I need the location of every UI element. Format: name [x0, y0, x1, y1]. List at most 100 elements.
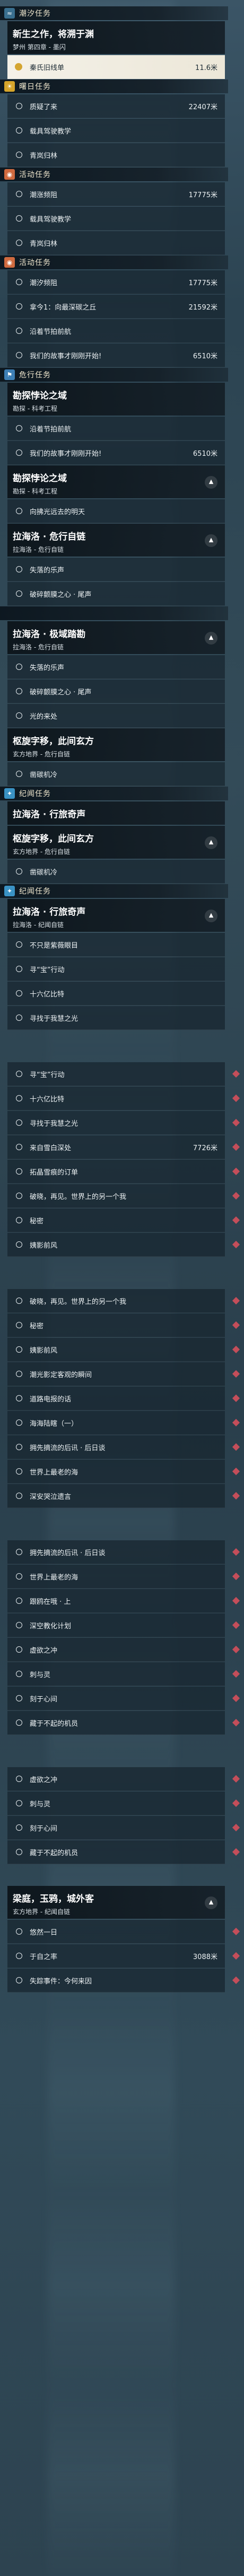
quest-row[interactable]: 凿碳机冷	[7, 860, 225, 884]
quest-name: 拥先摘流的后讯 · 后日谈	[30, 1549, 106, 1557]
quest-row[interactable]: 藏于不起的机员	[7, 1711, 225, 1735]
quest-row[interactable]: 刻于心间	[7, 1687, 225, 1710]
map-marker-icon	[232, 1621, 240, 1629]
quest-row[interactable]: 破碎颤膜之心 · 尾声	[7, 680, 225, 703]
quest-row[interactable]: 世界上最老的海	[7, 1460, 225, 1484]
quest-row[interactable]: 拥先摘流的后讯 · 后日谈	[7, 1540, 225, 1564]
quest-row[interactable]: 青岚归林	[7, 231, 225, 255]
quest-name: 虚欲之冲	[30, 1646, 58, 1655]
quest-row[interactable]: 道路电报的话	[7, 1387, 225, 1410]
quest-distance: 22407米	[188, 103, 217, 111]
quest-row[interactable]: 寻“宝”行动	[7, 957, 225, 981]
collapse-chevron-icon[interactable]: ▼	[205, 910, 217, 922]
quest-row[interactable]: 悠然一日	[7, 1920, 225, 1944]
map-marker-icon	[232, 1370, 240, 1378]
map-marker-icon	[232, 1670, 240, 1678]
collapse-chevron-icon[interactable]: ▼	[205, 476, 217, 489]
quest-row[interactable]: 刻于心间	[7, 1816, 225, 1840]
quest-row[interactable]: 载具驾驶教学	[7, 119, 225, 143]
quest-row[interactable]: 十六亿比特	[7, 982, 225, 1005]
quest-chain-name: 勘探悖论之域	[13, 473, 67, 484]
section-header: ≈ 潮汐任务	[0, 6, 228, 20]
quest-name: 光的来处	[30, 712, 58, 721]
quest-row[interactable]: 于自之率 3088米	[7, 1944, 225, 1968]
quest-row[interactable]: 秘密	[7, 1208, 225, 1232]
quest-row[interactable]: 我们的故事才刚刚开始! 6510米	[7, 441, 225, 465]
quest-chain-title[interactable]: 枢旋字移，此间玄方 玄方地界 - 危行自链 ▼	[7, 826, 225, 859]
collapse-chevron-icon[interactable]: ▼	[205, 836, 217, 849]
quest-row[interactable]: 凿碳机冷	[7, 762, 225, 786]
quest-row[interactable]: 向拂光远去的明天	[7, 499, 225, 523]
quest-name: 潮汐频阻	[30, 279, 58, 287]
quest-row[interactable]: 跟鸥在哦 · 上	[7, 1589, 225, 1613]
quest-row[interactable]: 破晓，再见。世界上的另一个我	[7, 1184, 225, 1208]
quest-chain-title[interactable]: 勘探悖论之域 勘探 - 科考工程 ▼	[7, 465, 225, 498]
quest-name: 世界上最老的海	[30, 1573, 79, 1582]
quest-row[interactable]: 失踪事件：今何来因	[7, 1969, 225, 1992]
quest-row[interactable]: 虚欲之冲	[7, 1638, 225, 1662]
quest-name: 不只是紫薇眼目	[30, 941, 79, 950]
map-marker-icon	[232, 1467, 240, 1476]
quest-chain-title[interactable]: 枢旋字移，此间玄方 玄方地界 - 危行自链	[7, 728, 225, 761]
quest-chain-title[interactable]: 新生之作，将溯于渊 梦州 第四章 - 墨闪	[7, 21, 225, 54]
quest-row[interactable]: 秘密	[7, 1313, 225, 1337]
quest-chain-title[interactable]: 梁庭，玉鸦，城外客 玄方地界 - 纪闻自链 ▼	[7, 1886, 225, 1919]
quest-row[interactable]: 潮光影定客观的瞬间	[7, 1362, 225, 1386]
quest-row[interactable]: 破碎颤膜之心 · 尾声	[7, 582, 225, 606]
quest-row[interactable]: 海海陆瞎（一）	[7, 1411, 225, 1435]
quest-status-icon	[16, 425, 22, 431]
quest-name: 藏于不起的机员	[30, 1719, 79, 1728]
quest-status-icon	[16, 1622, 22, 1628]
quest-row[interactable]: 寻找于我慧之光	[7, 1006, 225, 1030]
map-marker-icon	[232, 1823, 240, 1832]
section-label: 危行任务	[19, 371, 51, 380]
quest-row[interactable]: 失落的乐声	[7, 558, 225, 581]
quest-row[interactable]: 我们的故事才刚刚开始! 6510米	[7, 343, 225, 367]
quest-row[interactable]: 寻“宝”行动	[7, 1062, 225, 1086]
quest-row[interactable]: 深安哭泣遗言	[7, 1484, 225, 1508]
quest-row[interactable]: 拥先摘流的后讯 · 后日谈	[7, 1435, 225, 1459]
quest-row[interactable]: 姨影前风	[7, 1338, 225, 1362]
quest-row[interactable]: 不只是紫薇眼目	[7, 933, 225, 957]
quest-chain-title[interactable]: 拉海洛 · 危行自链 拉海洛 - 危行自链 ▼	[7, 524, 225, 557]
quest-chain-title[interactable]: 拉海洛 · 行旅奇声 拉海洛 - 纪闻自链 ▼	[7, 899, 225, 932]
collapse-chevron-icon[interactable]: ▼	[205, 1896, 217, 1909]
quest-chain-title[interactable]: 拉海洛 · 行旅奇声	[7, 801, 225, 825]
quest-row[interactable]: 十六亿比特	[7, 1087, 225, 1110]
quest-row[interactable]: 失落的乐声	[7, 655, 225, 679]
quest-row[interactable]: 载具驾驶教学	[7, 207, 225, 231]
collapse-chevron-icon[interactable]: ▼	[205, 632, 217, 645]
quest-chain-title[interactable]: 拉海洛 · 极域踏勘 拉海洛 - 危行自链 ▼	[7, 621, 225, 654]
quest-row[interactable]: 潮涨频阻 17775米	[7, 182, 225, 206]
quest-row[interactable]: 破晓，再见。世界上的另一个我	[7, 1289, 225, 1313]
quest-row[interactable]: 质疑了来 22407米	[7, 94, 225, 118]
quest-row[interactable]: 寻找于我慧之光	[7, 1111, 225, 1135]
quest-row[interactable]: 世界上最老的海	[7, 1565, 225, 1589]
quest-row[interactable]: 沿着节拍前航	[7, 319, 225, 343]
quest-row[interactable]: 姨影前风	[7, 1233, 225, 1257]
quest-row[interactable]: 拓晶雪痕的订单	[7, 1160, 225, 1184]
quest-row[interactable]: 刺与灵	[7, 1662, 225, 1686]
quest-name: 青岚归林	[30, 152, 58, 160]
quest-row[interactable]: 光的来处	[7, 704, 225, 728]
quest-row[interactable]: 潮汐频阻 17775米	[7, 270, 225, 294]
quest-row[interactable]: 沿着节拍前航	[7, 417, 225, 440]
quest-row[interactable]: 拿今1：向最深碳之丘 21592米	[7, 295, 225, 319]
quest-name: 拥先摘流的后讯 · 后日谈	[30, 1444, 106, 1452]
quest-row[interactable]: 藏于不起的机员	[7, 1840, 225, 1864]
quest-row[interactable]: 深空教化计划	[7, 1613, 225, 1637]
quest-chain-title[interactable]: 勘探悖论之域 勘探 - 科考工程	[7, 383, 225, 416]
collapse-chevron-icon[interactable]: ▼	[205, 534, 217, 547]
quest-status-icon	[16, 1119, 22, 1126]
quest-row[interactable]: 虚欲之冲	[7, 1767, 225, 1791]
quest-row[interactable]: 秦氏旧线单 11.6米	[7, 55, 225, 79]
map-marker-icon	[232, 1848, 240, 1856]
quest-chain-name: 拉海洛 · 行旅奇声	[13, 809, 86, 820]
quest-status-icon	[16, 590, 22, 597]
map-marker-icon	[232, 1418, 240, 1427]
event-icon: ◉	[4, 169, 15, 180]
quest-row[interactable]: 刺与灵	[7, 1792, 225, 1815]
section-header	[0, 606, 228, 620]
quest-row[interactable]: 青岚归林	[7, 143, 225, 167]
quest-row[interactable]: 来自雪白深处 7726米	[7, 1135, 225, 1159]
